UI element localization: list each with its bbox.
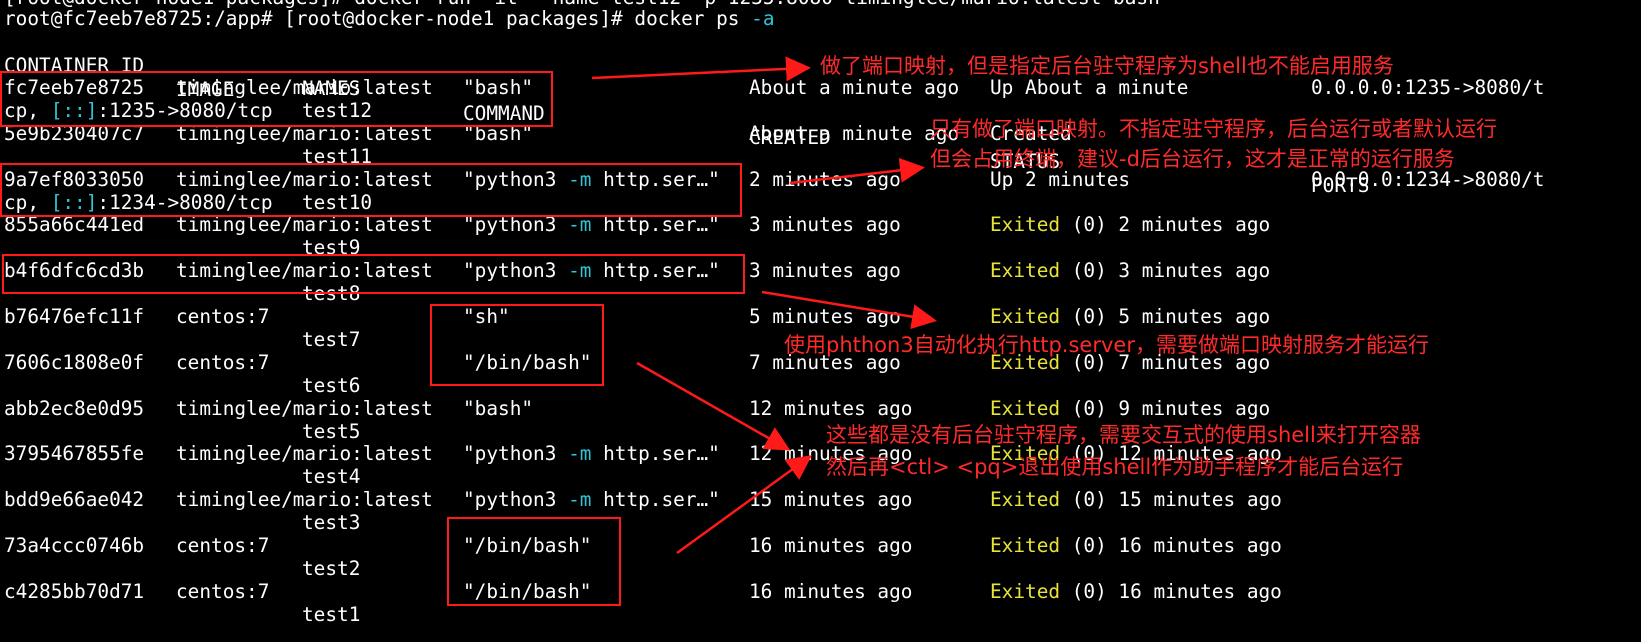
annotation-note-3: 使用phthon3自动化执行http.server，需要做端口映射服务才能运行 bbox=[784, 333, 1429, 357]
terminal-window[interactable]: [root@docker-node1 packages]# docker run… bbox=[0, 0, 1641, 642]
arrow-note2 bbox=[789, 157, 925, 185]
annotation-note-4-line2: 然后再<ctl> <pq>退出使用shell作为助手程序才能后台运行 bbox=[826, 455, 1404, 479]
annotation-arrows bbox=[591, 56, 937, 555]
annotation-note-4-line1: 这些都是没有后台驻守程序，需要交互式的使用shell来打开容器 bbox=[826, 423, 1421, 447]
arrow-note3 bbox=[761, 290, 937, 330]
annotation-note-2-line2: 但会占用终端，建议-d后台运行，这才是正常的运行服务 bbox=[930, 147, 1455, 171]
arrow-note1 bbox=[591, 56, 811, 82]
annotation-note-1: 做了端口映射，但是指定后台驻守程序为shell也不能启用服务 bbox=[820, 54, 1394, 78]
arrow-note4-from-bottom bbox=[676, 455, 813, 555]
annotation-note-2-line1: 只有做了端口映射。不指定驻守程序，后台运行或者默认运行 bbox=[930, 117, 1497, 141]
arrow-note4-from-top bbox=[636, 361, 791, 451]
